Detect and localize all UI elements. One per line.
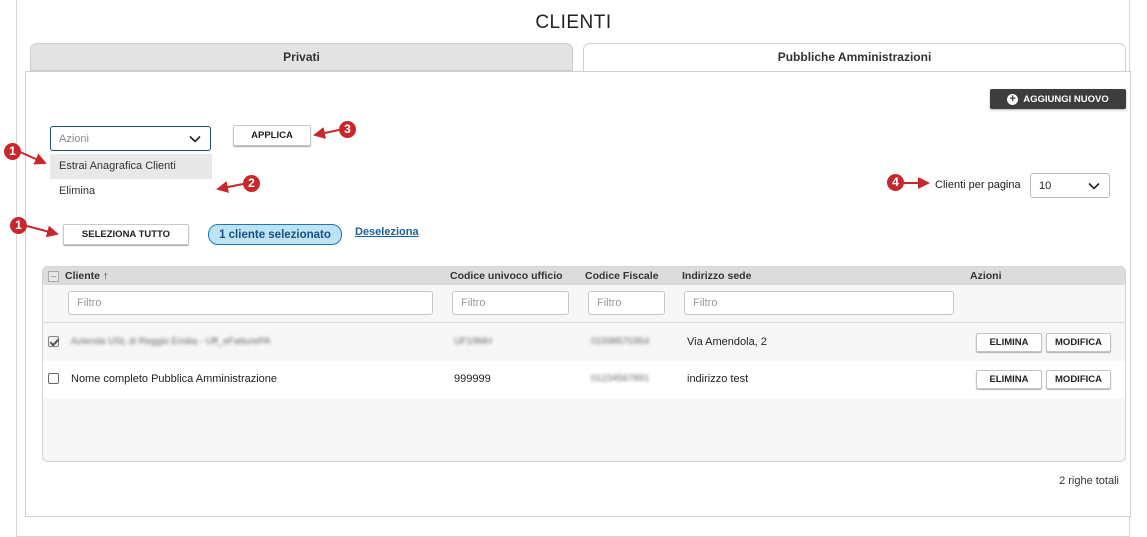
column-cliente[interactable]: Cliente ↑	[65, 270, 108, 282]
annotation-marker-1b: 1	[10, 217, 27, 234]
cell-codice-fiscale: 01234567891	[591, 373, 650, 384]
actions-select-placeholder: Azioni	[59, 132, 89, 145]
annotation-marker-2: 2	[243, 175, 260, 192]
cell-cliente: Nome completo Pubblica Amministrazione	[71, 373, 278, 385]
header-checkbox[interactable]: –	[48, 271, 59, 282]
filter-row: Filtro Filtro Filtro Filtro	[43, 285, 1125, 323]
edit-button[interactable]: MODIFICA	[1046, 333, 1111, 352]
annotation-marker-4: 4	[887, 174, 904, 191]
column-azioni: Azioni	[970, 270, 1002, 282]
per-page-value: 10	[1039, 179, 1052, 192]
cell-codice-univoco: 999999	[454, 373, 491, 385]
table-row[interactable]: Nome completo Pubblica Amministrazione 9…	[43, 361, 1125, 398]
filter-codice-fiscale-input[interactable]: Filtro	[588, 291, 665, 315]
dropdown-option-elimina[interactable]: Elimina	[50, 179, 212, 204]
annotation-marker-1: 1	[4, 143, 21, 160]
selected-count-badge: 1 cliente selezionato	[208, 224, 342, 245]
add-new-button[interactable]: + AGGIUNGI NUOVO	[990, 89, 1126, 109]
column-codice-univoco[interactable]: Codice univoco ufficio	[450, 270, 563, 282]
chevron-down-icon	[189, 135, 201, 143]
per-page-label: Clienti per pagina	[935, 179, 1021, 191]
table-row[interactable]: Azienda USL di Reggio Emilia - Uff_eFatt…	[43, 324, 1125, 361]
tab-pubbliche-amministrazioni[interactable]: Pubbliche Amministrazioni	[583, 43, 1126, 72]
actions-select[interactable]: Azioni	[50, 126, 211, 151]
row-checkbox[interactable]	[48, 336, 59, 347]
plus-circle-icon: +	[1007, 93, 1019, 105]
add-new-label: AGGIUNGI NUOVO	[1023, 93, 1109, 105]
row-checkbox[interactable]	[48, 373, 59, 384]
filter-indirizzo-input[interactable]: Filtro	[684, 291, 954, 315]
column-codice-fiscale[interactable]: Codice Fiscale	[585, 270, 659, 282]
apply-button[interactable]: APPLICA	[233, 125, 311, 146]
annotation-marker-3: 3	[339, 121, 356, 138]
chevron-down-icon	[1088, 182, 1100, 190]
cell-codice-univoco: UF19MH	[454, 336, 493, 347]
dropdown-option-estrai[interactable]: Estrai Anagrafica Clienti	[50, 154, 212, 179]
page-title: CLIENTI	[535, 12, 612, 33]
grid-header: – Cliente ↑ Codice univoco ufficio Codic…	[43, 267, 1125, 285]
actions-dropdown: Estrai Anagrafica Clienti Elimina	[50, 154, 212, 204]
cell-cliente: Azienda USL di Reggio Emilia - Uff_eFatt…	[71, 336, 271, 347]
column-indirizzo[interactable]: Indirizzo sede	[682, 270, 751, 282]
cell-indirizzo: indirizzo test	[687, 373, 749, 385]
clients-grid: – Cliente ↑ Codice univoco ufficio Codic…	[42, 266, 1126, 462]
filter-codice-univoco-input[interactable]: Filtro	[452, 291, 569, 315]
per-page-select[interactable]: 10	[1030, 173, 1110, 198]
cell-indirizzo: Via Amendola, 2	[687, 336, 767, 348]
tab-privati[interactable]: Privati	[30, 43, 573, 71]
total-rows-label: 2 righe totali	[1059, 475, 1119, 487]
cell-codice-fiscale: 01598570354	[591, 336, 650, 347]
edit-button[interactable]: MODIFICA	[1046, 370, 1111, 389]
deselect-link[interactable]: Deseleziona	[355, 226, 419, 238]
select-all-button[interactable]: SELEZIONA TUTTO	[63, 224, 189, 245]
delete-button[interactable]: ELIMINA	[976, 370, 1042, 389]
delete-button[interactable]: ELIMINA	[976, 333, 1042, 352]
filter-cliente-input[interactable]: Filtro	[68, 291, 433, 315]
